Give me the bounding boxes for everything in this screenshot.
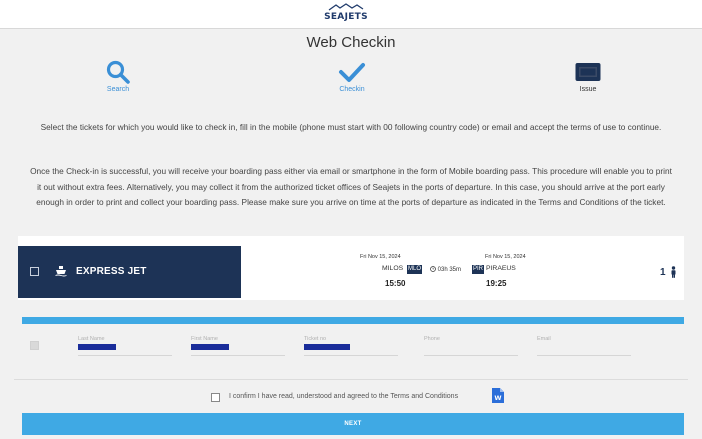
- step-label: Issue: [579, 86, 597, 93]
- terms-confirmation: I confirm I have read, understood and ag…: [211, 392, 511, 404]
- departure-date: Fri Nov 15, 2024: [360, 254, 401, 260]
- wave-icon: [328, 3, 364, 11]
- instructions-text: Select the tickets for which you would l…: [40, 122, 662, 132]
- vessel-name: EXPRESS JET: [76, 266, 147, 277]
- departure-code-badge: MLO: [407, 265, 423, 274]
- arrival-code-badge: PIR: [472, 265, 485, 274]
- phone-field[interactable]: Phone: [424, 336, 518, 356]
- clock-icon: [430, 266, 436, 272]
- step-checkin[interactable]: Checkin: [312, 58, 392, 93]
- terms-label: I confirm I have read, understood and ag…: [229, 393, 459, 400]
- field-placeholder: Email: [537, 336, 551, 342]
- departure-time: 15:50: [385, 279, 406, 288]
- field-placeholder: Phone: [424, 336, 440, 342]
- step-issue[interactable]: Issue: [548, 58, 628, 93]
- vessel-panel: EXPRESS JET: [18, 246, 241, 298]
- terms-checkbox[interactable]: [211, 393, 220, 402]
- next-button[interactable]: NEXT: [22, 413, 684, 435]
- trip-duration: 03h 35m: [430, 266, 461, 273]
- field-placeholder: First Name: [191, 336, 218, 342]
- arrival-time: 19:25: [486, 279, 507, 288]
- divider: [14, 379, 688, 380]
- check-icon: [339, 63, 365, 82]
- top-bar: SEAJETS: [0, 0, 702, 29]
- boarding-pass-info: Once the Check-in is successful, you wil…: [30, 166, 672, 207]
- ticket-no-field[interactable]: Ticket no: [304, 336, 398, 356]
- search-icon: [106, 60, 130, 84]
- ship-icon: [55, 266, 67, 277]
- ticket-icon: [575, 63, 601, 81]
- redacted-value: [191, 344, 229, 350]
- departure-port: MILOS: [382, 265, 404, 272]
- email-field[interactable]: Email: [537, 336, 631, 356]
- arrival-port: PIRAEUS: [486, 265, 516, 272]
- last-name-field[interactable]: Last Name: [78, 336, 172, 356]
- passenger-count: 1: [660, 267, 666, 278]
- person-icon: [671, 266, 676, 278]
- word-document-icon[interactable]: W: [492, 388, 504, 403]
- svg-text:W: W: [494, 394, 501, 402]
- ticket-card: EXPRESS JET Fri Nov 15, 2024 Fri Nov 15,…: [18, 236, 684, 300]
- page-title: Web Checkin: [306, 34, 396, 51]
- arrival-date: Fri Nov 15, 2024: [485, 254, 526, 260]
- seajets-logo[interactable]: SEAJETS: [320, 3, 372, 25]
- first-name-field[interactable]: First Name: [191, 336, 285, 356]
- field-placeholder: Ticket no: [304, 336, 327, 342]
- field-placeholder: Last Name: [78, 336, 105, 342]
- passenger-checkbox[interactable]: [30, 341, 39, 350]
- redacted-value: [304, 344, 350, 350]
- passenger-section-bar: [22, 317, 684, 324]
- redacted-value: [78, 344, 116, 350]
- step-label: Search: [106, 86, 130, 93]
- duration-text: 03h 35m: [437, 267, 462, 273]
- ticket-checkbox[interactable]: [30, 267, 39, 276]
- step-search[interactable]: Search: [78, 58, 158, 93]
- logo-text: SEAJETS: [324, 12, 368, 22]
- step-label: Checkin: [339, 86, 365, 93]
